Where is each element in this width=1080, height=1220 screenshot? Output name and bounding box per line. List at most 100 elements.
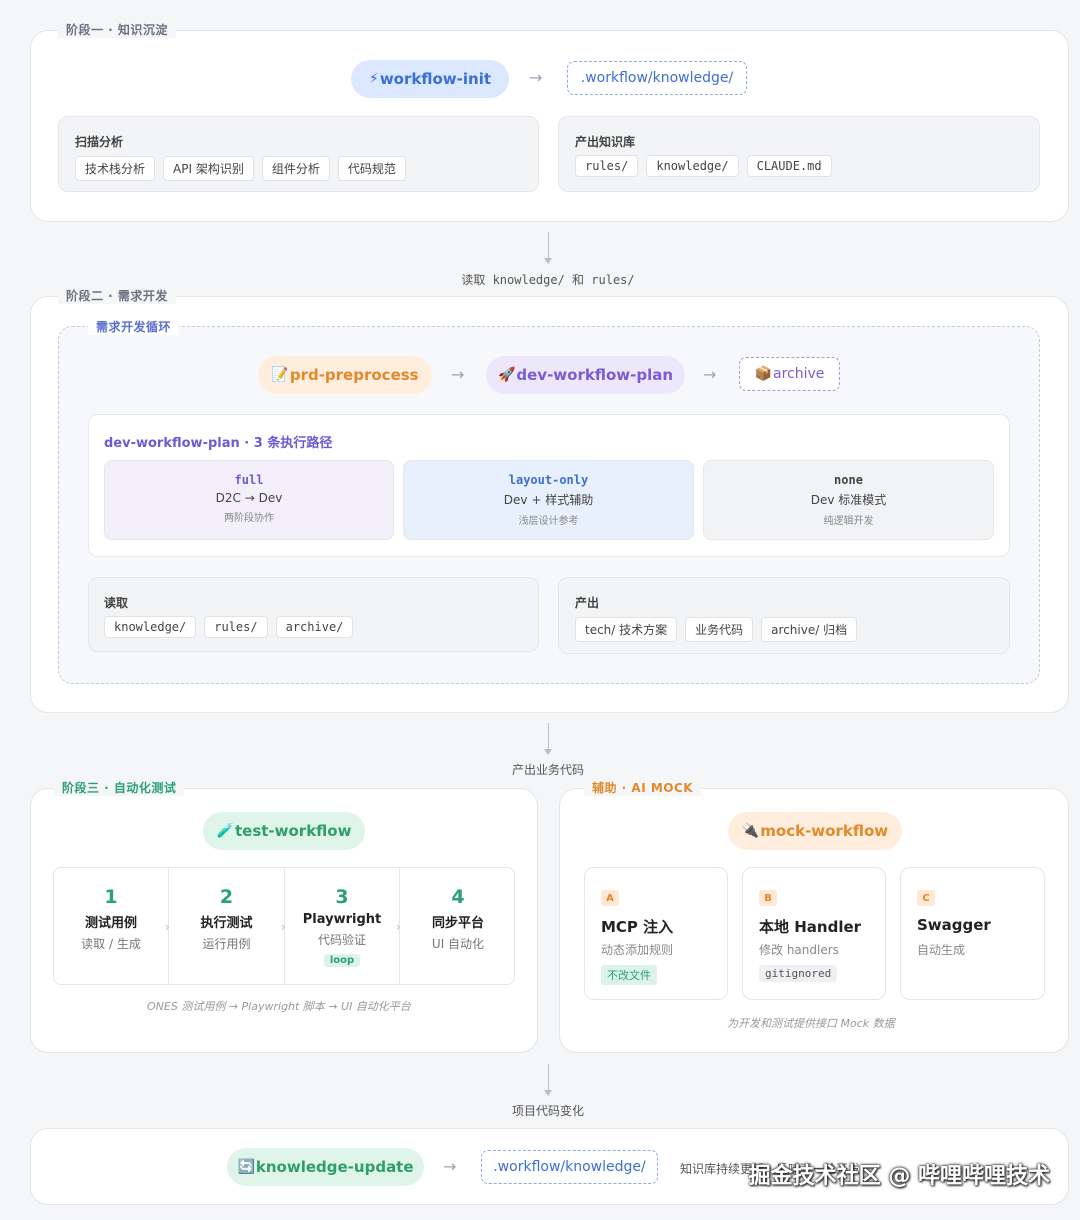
- output-chip: rules/: [575, 155, 639, 177]
- mock-card-swagger: C Swagger 自动生成: [900, 867, 1045, 1000]
- dev-workflow-plan-label: dev-workflow-plan: [516, 366, 674, 384]
- step-sub: 代码验证: [317, 933, 366, 947]
- test-step: 1 测试用例 读取 / 生成: [54, 868, 168, 984]
- scan-analysis-title: 扫描分析: [75, 135, 124, 149]
- path-name: none: [834, 473, 863, 487]
- workflow-init-pill[interactable]: ⚡ workflow-init: [351, 60, 509, 98]
- arrow-right-icon: →: [451, 365, 465, 384]
- mock-badge: A: [601, 890, 619, 906]
- output-knowledge-title: 产出知识库: [575, 135, 636, 149]
- mock-note: 为开发和测试提供接口 Mock 数据: [727, 1017, 895, 1030]
- chevron-right-icon: ›: [165, 920, 170, 934]
- read-chips: knowledge/ rules/ archive/: [104, 616, 354, 638]
- step-title: 同步平台: [431, 916, 484, 931]
- step-sub: UI 自动化: [431, 937, 485, 951]
- mock-title: MCP 注入: [601, 918, 674, 936]
- mock-card-mcp: A MCP 注入 动态添加规则 不改文件: [584, 867, 728, 1000]
- stage3-label: 阶段三 · 自动化测试: [54, 779, 185, 796]
- connector-line: [548, 232, 549, 258]
- connector-line: [548, 1064, 549, 1090]
- mock-badge: C: [917, 890, 935, 906]
- dev-workflow-plan-pill[interactable]: 🚀 dev-workflow-plan: [486, 356, 685, 394]
- arrow-right-icon: →: [443, 1157, 457, 1176]
- mock-sub: 自动生成: [917, 943, 966, 957]
- archive-box[interactable]: 📦 archive: [739, 357, 840, 391]
- memo-icon: 📝: [271, 367, 289, 383]
- loop-badge: loop: [323, 954, 361, 967]
- produce-box: [558, 577, 1010, 654]
- arrow-right-icon: →: [703, 365, 717, 384]
- step-number: 4: [451, 886, 465, 908]
- test-step: 2 执行测试 运行用例: [169, 868, 284, 984]
- aux-mock-label: 辅助 · AI MOCK: [584, 779, 702, 796]
- scan-chip: API 架构识别: [163, 156, 254, 181]
- step-sub: 读取 / 生成: [81, 937, 141, 951]
- path-name: full: [234, 473, 264, 487]
- step-title: 测试用例: [84, 916, 137, 931]
- test-workflow-pill[interactable]: 🧪 test-workflow: [203, 812, 365, 850]
- arrow-down-icon: [544, 1090, 552, 1096]
- arrow-down-icon: [544, 258, 552, 264]
- path-card-layout-only: layout-only Dev + 样式辅助 浅层设计参考: [403, 460, 694, 540]
- connector-produce-label: 产出业务代码: [511, 763, 584, 777]
- arrow-down-icon: [544, 749, 552, 755]
- mock-card-handler: B 本地 Handler 修改 handlers gitignored: [742, 867, 886, 1000]
- mock-tag: 不改文件: [601, 965, 657, 985]
- stage1-label: 阶段一 · 知识沉淀: [58, 21, 176, 38]
- path-name: layout-only: [508, 473, 589, 487]
- step-number: 1: [104, 886, 118, 908]
- produce-chips: tech/ 技术方案 业务代码 archive/ 归档: [575, 617, 858, 642]
- mock-title: Swagger: [917, 916, 991, 934]
- mock-sub: 修改 handlers: [759, 943, 839, 957]
- step-sub: 运行用例: [202, 937, 251, 951]
- lightning-icon: ⚡: [368, 71, 379, 87]
- knowledge-update-pill[interactable]: 🔄 knowledge-update: [227, 1148, 424, 1186]
- mock-sub: 动态添加规则: [601, 943, 674, 957]
- plug-icon: 🔌: [741, 823, 760, 839]
- scan-analysis-chips: 技术栈分析 API 架构识别 组件分析 代码规范: [75, 156, 406, 181]
- read-chip: knowledge/: [104, 616, 197, 638]
- test-steps-row: 1 测试用例 读取 / 生成 2 执行测试 运行用例 3 Playwright …: [53, 867, 515, 985]
- output-knowledge-box: [558, 116, 1040, 192]
- path-card-full: full D2C → Dev 两阶段协作: [104, 460, 394, 540]
- connector-change-label: 项目代码变化: [511, 1104, 584, 1118]
- scan-chip: 组件分析: [261, 156, 330, 181]
- read-chip: rules/: [204, 616, 268, 638]
- path-sub: 浅层设计参考: [518, 516, 579, 527]
- prd-preprocess-pill[interactable]: 📝 prd-preprocess: [258, 356, 432, 394]
- step-number: 2: [219, 886, 234, 908]
- stage2-label: 阶段二 · 需求开发: [58, 287, 176, 304]
- produce-chip: 业务代码: [685, 617, 754, 642]
- produce-chip: tech/ 技术方案: [575, 617, 678, 642]
- archive-label: archive: [773, 366, 825, 382]
- rocket-icon: 🚀: [497, 367, 516, 383]
- output-knowledge-chips: rules/ knowledge/ CLAUDE.md: [575, 155, 832, 177]
- path-card-none: none Dev 标准模式 纯逻辑开发: [703, 460, 994, 540]
- test-tube-icon: 🧪: [216, 823, 234, 839]
- read-title: 读取: [104, 596, 129, 610]
- knowledge-update-target-box: .workflow/knowledge/: [481, 1150, 658, 1184]
- output-chip: CLAUDE.md: [746, 155, 832, 177]
- mock-badge: B: [759, 890, 777, 906]
- path-sub: 两阶段协作: [224, 513, 274, 524]
- chevron-right-icon: ›: [281, 920, 286, 934]
- path-main: Dev 标准模式: [810, 493, 887, 507]
- step-number: 3: [335, 886, 349, 908]
- watermark: 掘金技术社区 @ 哔哩哔哩技术: [748, 1164, 1050, 1189]
- mock-workflow-pill[interactable]: 🔌 mock-workflow: [728, 812, 902, 850]
- scan-chip: 技术栈分析: [75, 156, 156, 181]
- read-box: [88, 577, 539, 652]
- test-step: 4 同步平台 UI 自动化: [400, 868, 514, 984]
- refresh-icon: 🔄: [237, 1159, 255, 1175]
- prd-preprocess-label: prd-preprocess: [289, 366, 419, 384]
- workflow-init-label: workflow-init: [379, 70, 492, 88]
- test-flow-note: ONES 测试用例 → Playwright 脚本 → UI 自动化平台: [147, 1000, 411, 1013]
- path-main: Dev + 样式辅助: [503, 493, 594, 507]
- connector-line: [548, 723, 549, 749]
- connector-read-label: 读取 knowledge/ 和 rules/: [461, 273, 635, 287]
- read-chip: archive/: [275, 616, 354, 638]
- arrow-right-icon: →: [529, 68, 543, 87]
- produce-title: 产出: [575, 596, 600, 610]
- output-chip: knowledge/: [646, 155, 739, 177]
- mock-workflow-label: mock-workflow: [760, 822, 889, 840]
